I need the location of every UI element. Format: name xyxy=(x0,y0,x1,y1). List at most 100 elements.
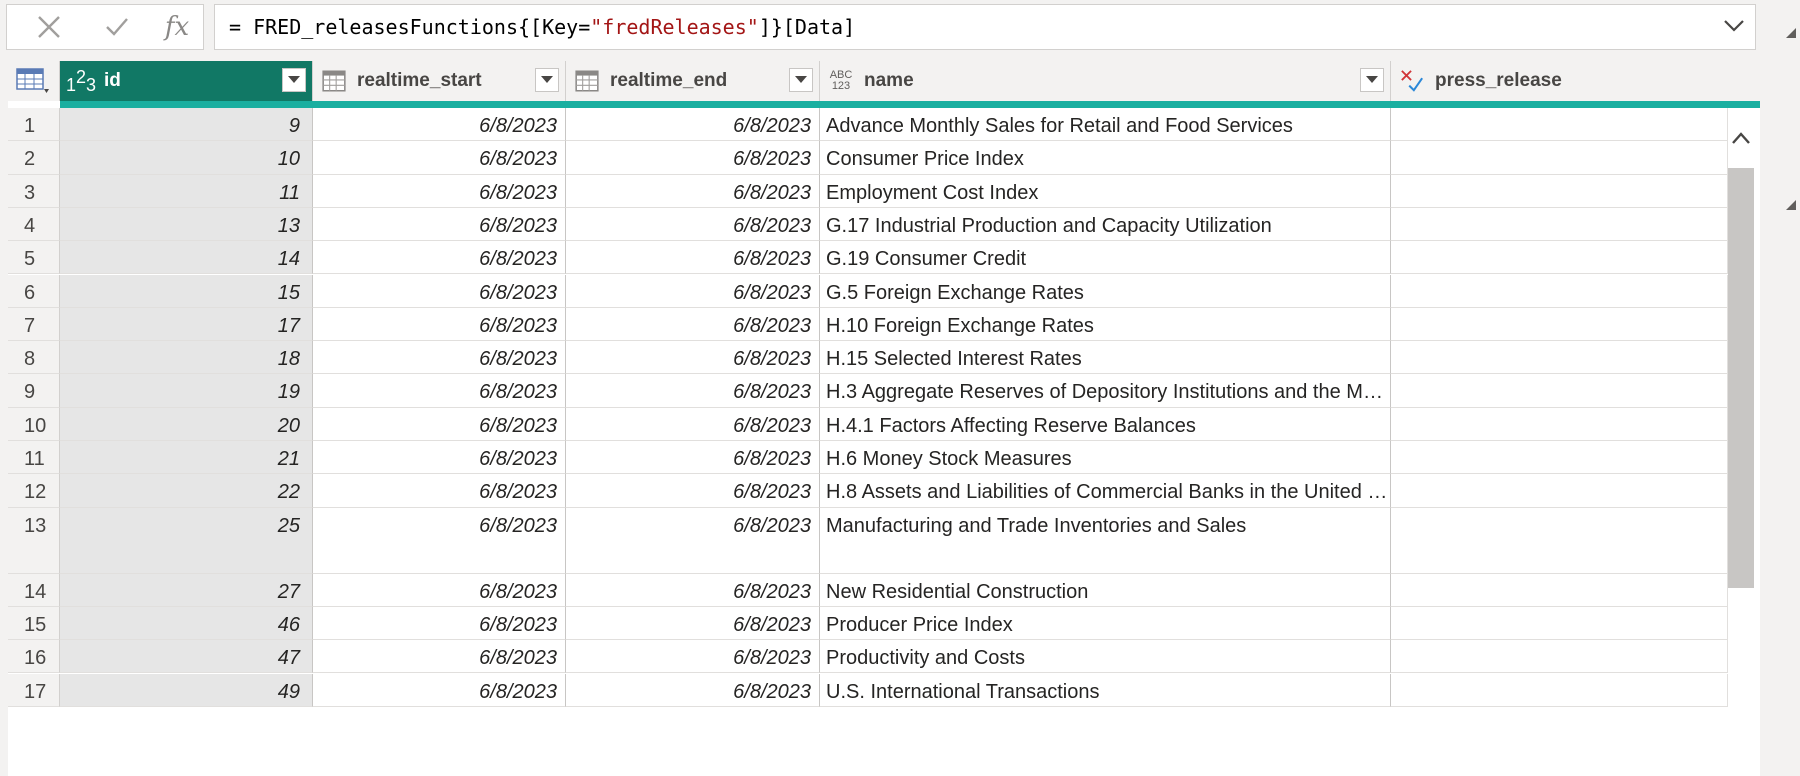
cell-realtime-start[interactable]: 6/8/2023 xyxy=(313,374,566,408)
cell-name[interactable]: H.8 Assets and Liabilities of Commercial… xyxy=(820,474,1391,508)
cell-name[interactable]: Producer Price Index xyxy=(820,606,1391,641)
cell-realtime-start[interactable]: 6/8/2023 xyxy=(313,108,566,142)
cell-name[interactable]: Employment Cost Index xyxy=(820,174,1391,208)
table-row[interactable]: 8 18 6/8/2023 6/8/2023 H.15 Selected Interes… xyxy=(8,341,1728,375)
table-row[interactable]: 6 15 6/8/2023 6/8/2023 G.5 Foreign Exchange … xyxy=(8,274,1728,308)
scrollbar-thumb[interactable] xyxy=(1728,168,1754,588)
table-row[interactable]: 9 19 6/8/2023 6/8/2023 H.3 Aggregate Reserve… xyxy=(8,374,1728,408)
table-row[interactable]: 1 9 6/8/2023 6/8/2023 Advance Monthly Sales … xyxy=(8,108,1728,142)
cell-name[interactable]: New Residential Construction xyxy=(820,573,1391,607)
cell-press-release[interactable] xyxy=(1391,640,1728,674)
table-row[interactable]: 4 13 6/8/2023 6/8/2023 G.17 Industrial Produ… xyxy=(8,207,1728,242)
cell-realtime-end[interactable]: 6/8/2023 xyxy=(566,274,820,308)
vertical-scrollbar[interactable] xyxy=(1728,122,1754,776)
cell-realtime-start[interactable]: 6/8/2023 xyxy=(313,640,566,674)
table-row[interactable]: 11 21 6/8/2023 6/8/2023 H.6 Money Stock Meas… xyxy=(8,441,1728,475)
cell-realtime-end[interactable]: 6/8/2023 xyxy=(566,241,820,275)
table-row[interactable]: 2 10 6/8/2023 6/8/2023 Consumer Price Index xyxy=(8,141,1728,175)
cell-name[interactable]: H.6 Money Stock Measures xyxy=(820,441,1391,475)
cell-name[interactable]: Productivity and Costs xyxy=(820,640,1391,674)
cell-id[interactable]: 9 xyxy=(60,108,313,142)
chevron-down-icon[interactable] xyxy=(1723,18,1745,34)
cell-realtime-end[interactable]: 6/8/2023 xyxy=(566,307,820,342)
cell-realtime-end[interactable]: 6/8/2023 xyxy=(566,507,820,574)
cell-press-release[interactable] xyxy=(1391,108,1728,142)
cell-realtime-end[interactable]: 6/8/2023 xyxy=(566,474,820,508)
cell-realtime-end[interactable]: 6/8/2023 xyxy=(566,673,820,707)
cell-realtime-end[interactable]: 6/8/2023 xyxy=(566,441,820,475)
cell-press-release[interactable] xyxy=(1391,441,1728,475)
cell-name[interactable]: G.5 Foreign Exchange Rates xyxy=(820,274,1391,308)
cell-press-release[interactable] xyxy=(1391,673,1728,707)
cell-id[interactable]: 13 xyxy=(60,207,313,242)
cell-name[interactable]: Advance Monthly Sales for Retail and Foo… xyxy=(820,108,1391,142)
table-row[interactable]: 17 49 6/8/2023 6/8/2023 U.S. International T… xyxy=(8,673,1728,707)
chevron-up-icon[interactable] xyxy=(1732,132,1750,144)
table-row[interactable]: 10 20 6/8/2023 6/8/2023 H.4.1 Factors Affect… xyxy=(8,407,1728,441)
cell-realtime-end[interactable]: 6/8/2023 xyxy=(566,207,820,242)
cell-realtime-start[interactable]: 6/8/2023 xyxy=(313,507,566,574)
table-row[interactable]: 7 17 6/8/2023 6/8/2023 H.10 Foreign Exchange… xyxy=(8,307,1728,342)
cell-realtime-start[interactable]: 6/8/2023 xyxy=(313,274,566,308)
cell-press-release[interactable] xyxy=(1391,474,1728,508)
cell-id[interactable]: 11 xyxy=(60,174,313,208)
filter-dropdown-button[interactable] xyxy=(282,68,306,92)
table-row[interactable]: 14 27 6/8/2023 6/8/2023 New Residential Cons… xyxy=(8,573,1728,607)
cell-id[interactable]: 47 xyxy=(60,640,313,674)
table-row[interactable]: 5 14 6/8/2023 6/8/2023 G.19 Consumer Credit xyxy=(8,241,1728,275)
cell-press-release[interactable] xyxy=(1391,407,1728,441)
cell-press-release[interactable] xyxy=(1391,207,1728,242)
cell-id[interactable]: 22 xyxy=(60,474,313,508)
cell-name[interactable]: U.S. International Transactions xyxy=(820,673,1391,707)
cell-name[interactable]: Consumer Price Index xyxy=(820,141,1391,175)
cell-press-release[interactable] xyxy=(1391,307,1728,342)
cell-realtime-end[interactable]: 6/8/2023 xyxy=(566,640,820,674)
cell-id[interactable]: 17 xyxy=(60,307,313,342)
cell-realtime-end[interactable]: 6/8/2023 xyxy=(566,573,820,607)
cell-realtime-start[interactable]: 6/8/2023 xyxy=(313,441,566,475)
cell-press-release[interactable] xyxy=(1391,274,1728,308)
filter-dropdown-button[interactable] xyxy=(535,68,559,92)
cell-id[interactable]: 46 xyxy=(60,606,313,641)
cell-name[interactable]: G.17 Industrial Production and Capacity … xyxy=(820,207,1391,242)
table-row[interactable]: 12 22 6/8/2023 6/8/2023 H.8 Assets and Liabi… xyxy=(8,474,1728,508)
triangle-up-icon[interactable] xyxy=(1786,200,1796,210)
cell-name[interactable]: G.19 Consumer Credit xyxy=(820,241,1391,275)
cell-id[interactable]: 14 xyxy=(60,241,313,275)
cell-press-release[interactable] xyxy=(1391,374,1728,408)
cell-name[interactable]: H.4.1 Factors Affecting Reserve Balances xyxy=(820,407,1391,441)
cell-id[interactable]: 18 xyxy=(60,341,313,375)
cell-realtime-start[interactable]: 6/8/2023 xyxy=(313,207,566,242)
cell-name[interactable]: Manufacturing and Trade Inventories and … xyxy=(820,507,1391,574)
table-row[interactable]: 16 47 6/8/2023 6/8/2023 Productivity and Cos… xyxy=(8,640,1728,674)
cell-id[interactable]: 27 xyxy=(60,573,313,607)
filter-dropdown-button[interactable] xyxy=(789,68,813,92)
formula-input[interactable]: = FRED_releasesFunctions{[Key="fredRelea… xyxy=(214,4,1756,50)
cell-press-release[interactable] xyxy=(1391,507,1728,574)
cell-realtime-end[interactable]: 6/8/2023 xyxy=(566,341,820,375)
cell-id[interactable]: 19 xyxy=(60,374,313,408)
cell-name[interactable]: H.3 Aggregate Reserves of Depository Ins… xyxy=(820,374,1391,408)
cell-realtime-end[interactable]: 6/8/2023 xyxy=(566,407,820,441)
cell-realtime-end[interactable]: 6/8/2023 xyxy=(566,141,820,175)
cell-press-release[interactable] xyxy=(1391,606,1728,641)
cell-press-release[interactable] xyxy=(1391,573,1728,607)
cell-realtime-start[interactable]: 6/8/2023 xyxy=(313,141,566,175)
cell-realtime-end[interactable]: 6/8/2023 xyxy=(566,174,820,208)
column-header-realtime-end[interactable]: realtime_end xyxy=(566,61,820,101)
cell-realtime-start[interactable]: 6/8/2023 xyxy=(313,174,566,208)
cell-realtime-start[interactable]: 6/8/2023 xyxy=(313,341,566,375)
fx-icon[interactable]: fx xyxy=(147,5,207,49)
cell-realtime-start[interactable]: 6/8/2023 xyxy=(313,474,566,508)
filter-dropdown-button[interactable] xyxy=(1360,68,1384,92)
table-row[interactable]: 3 11 6/8/2023 6/8/2023 Employment Cost Index xyxy=(8,174,1728,208)
cell-realtime-end[interactable]: 6/8/2023 xyxy=(566,108,820,142)
cell-press-release[interactable] xyxy=(1391,174,1728,208)
cell-id[interactable]: 49 xyxy=(60,673,313,707)
table-row[interactable]: 15 46 6/8/2023 6/8/2023 Producer Price Index xyxy=(8,606,1728,641)
cell-name[interactable]: H.10 Foreign Exchange Rates xyxy=(820,307,1391,342)
cell-realtime-start[interactable]: 6/8/2023 xyxy=(313,606,566,641)
cell-press-release[interactable] xyxy=(1391,241,1728,275)
cell-id[interactable]: 15 xyxy=(60,274,313,308)
cell-realtime-start[interactable]: 6/8/2023 xyxy=(313,573,566,607)
